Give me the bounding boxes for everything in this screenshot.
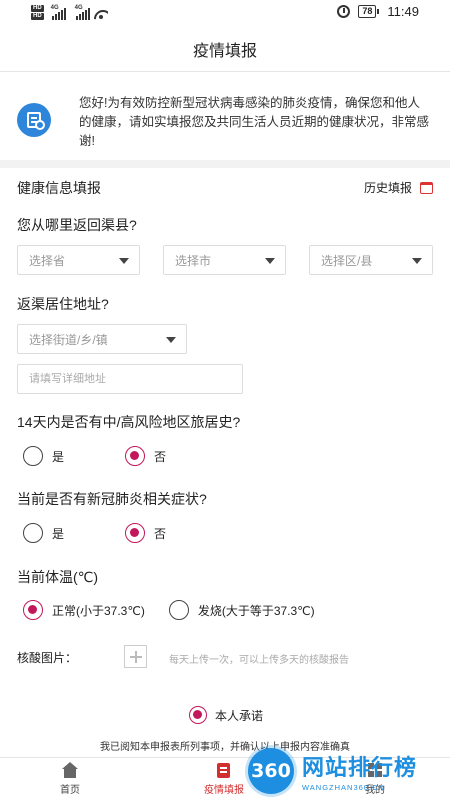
street-select-placeholder: 选择街道/乡/镇 (29, 332, 108, 347)
option-label: 正常(小于37.3℃) (52, 603, 145, 618)
hd-badge-2: HD (31, 13, 44, 20)
radio-checked-icon (189, 706, 207, 724)
question-return-from: 您从哪里返回渠县? (17, 217, 137, 233)
tab-label: 疫情填报 (204, 785, 244, 796)
hd-badges: HD HD (31, 5, 44, 20)
address-detail-input[interactable] (17, 364, 243, 394)
alarm-icon (337, 5, 351, 18)
hd-badge-1: HD (31, 5, 44, 12)
notice-banner: 您好!为有效防控新型冠状病毒感染的肺炎疫情，确保您和他人的健康，请如实填报您及共… (0, 80, 450, 160)
option-label: 是 (52, 449, 65, 464)
notice-document-icon (17, 103, 51, 137)
tab-report[interactable]: 疫情填报 (204, 762, 244, 796)
watermark: 360 网站排行榜 WANGZHAN360.CN (248, 741, 450, 800)
radio-checked-icon (125, 446, 146, 466)
status-left: HD HD 4G 4G (31, 5, 108, 20)
chevron-down-icon (265, 258, 275, 264)
temperature-options: 正常(小于37.3℃) 发烧(大于等于37.3℃) (23, 600, 315, 620)
page-title: 疫情填报 (192, 42, 257, 60)
chevron-down-icon (119, 258, 129, 264)
wifi-icon (94, 8, 108, 20)
district-select[interactable]: 选择区/县 (309, 245, 433, 275)
report-icon (215, 762, 233, 779)
network-type-1: 4G (50, 5, 59, 11)
radio-unchecked-icon (23, 523, 43, 543)
chevron-down-icon (166, 337, 176, 343)
section-title: 健康信息填报 (17, 180, 101, 196)
watermark-title: 网站排行榜 (302, 754, 418, 780)
nav-bar: 疫情填报 (0, 26, 450, 72)
temperature-option-fever[interactable]: 发烧(大于等于37.3℃) (168, 600, 315, 620)
question-address: 返渠居住地址? (17, 296, 109, 312)
notice-text: 您好!为有效防控新型冠状病毒感染的肺炎疫情，确保您和他人的健康，请如实填报您及共… (79, 96, 430, 148)
district-select-placeholder: 选择区/县 (321, 253, 373, 268)
upload-hint: 每天上传一次，可以上传多天的核酸报告 (169, 655, 349, 666)
symptoms-option-no[interactable]: 否 (125, 523, 166, 543)
radio-checked-icon (125, 523, 146, 543)
status-right: 78 11:49 (337, 4, 419, 19)
tab-home[interactable]: 首页 (60, 762, 80, 796)
city-select[interactable]: 选择市 (163, 245, 286, 275)
temperature-option-normal[interactable]: 正常(小于37.3℃) (23, 600, 145, 620)
risk-area-option-no[interactable]: 否 (125, 446, 166, 466)
radio-unchecked-icon (23, 446, 43, 466)
section-divider (0, 160, 450, 168)
promise-label: 本人承诺 (215, 708, 264, 723)
status-bar: HD HD 4G 4G 78 11:49 (0, 0, 450, 26)
history-link[interactable]: 历史填报 (364, 179, 433, 196)
chevron-down-icon (412, 258, 422, 264)
promise-checkbox[interactable]: 本人承诺 (189, 706, 263, 724)
history-label: 历史填报 (363, 181, 412, 195)
clock: 11:49 (387, 4, 419, 19)
option-label: 发烧(大于等于37.3℃) (197, 603, 315, 618)
city-select-placeholder: 选择市 (175, 253, 212, 268)
upload-plus-button[interactable] (124, 645, 147, 668)
option-label: 否 (154, 449, 167, 464)
home-icon (61, 762, 79, 779)
province-select-placeholder: 选择省 (29, 253, 66, 268)
watermark-text: 网站排行榜 WANGZHAN360.CN (302, 750, 417, 792)
option-label: 是 (52, 526, 65, 541)
calendar-icon (420, 181, 433, 194)
question-risk-area: 14天内是否有中/高风险地区旅居史? (17, 414, 241, 430)
question-temperature: 当前体温(℃) (17, 569, 99, 585)
upload-label: 核酸图片： (17, 651, 78, 665)
watermark-url: WANGZHAN360.CN (302, 782, 385, 792)
street-select[interactable]: 选择街道/乡/镇 (17, 324, 187, 354)
risk-area-option-yes[interactable]: 是 (23, 446, 64, 466)
symptoms-option-yes[interactable]: 是 (23, 523, 64, 543)
risk-area-options: 是 否 (23, 446, 166, 466)
radio-unchecked-icon (168, 600, 189, 620)
tab-label: 首页 (60, 785, 80, 796)
option-label: 否 (154, 526, 167, 541)
signal-icon-1: 4G (50, 5, 66, 20)
battery-level: 78 (358, 5, 377, 18)
question-symptoms: 当前是否有新冠肺炎相关症状? (17, 491, 207, 507)
signal-icon-2: 4G (74, 5, 90, 20)
network-type-2: 4G (74, 5, 83, 11)
battery-icon: 78 (358, 5, 380, 18)
radio-checked-icon (23, 600, 43, 620)
watermark-logo: 360 (248, 747, 294, 794)
symptoms-options: 是 否 (23, 523, 166, 543)
province-select[interactable]: 选择省 (17, 245, 140, 275)
